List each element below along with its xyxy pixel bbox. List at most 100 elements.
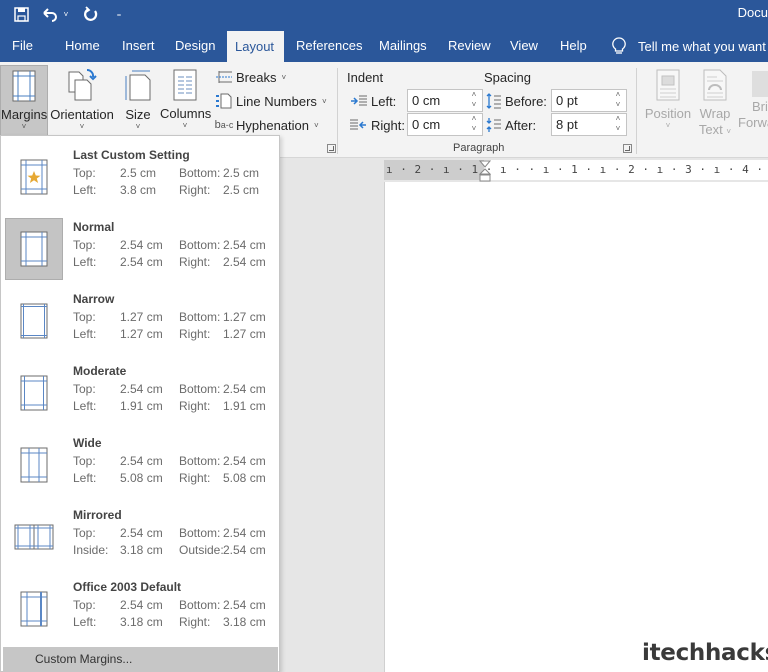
spacing-after-value: 8 pt	[556, 117, 578, 132]
chevron-down-icon: ˅	[665, 121, 671, 130]
document-page[interactable]	[384, 182, 768, 672]
breaks-icon	[214, 70, 234, 84]
spin-arrows-icon[interactable]: ˄ ˅	[613, 114, 623, 134]
right-label: Right:	[179, 327, 211, 341]
tab-mailings[interactable]: Mailings	[371, 30, 435, 62]
tab-home[interactable]: Home	[57, 30, 108, 62]
bring-forward-button[interactable]: BriForwa	[738, 65, 768, 137]
spacing-before-input[interactable]: 0 pt ˄ ˅	[551, 89, 627, 112]
right-value: 5.08 cm	[223, 471, 266, 485]
spin-arrows-icon[interactable]: ˄ ˅	[469, 114, 479, 134]
top-label: Top:	[73, 454, 96, 468]
line-numbers-button[interactable]: Line Numbers ˅	[214, 90, 327, 112]
margins-option-last-custom[interactable]: Last Custom Setting Top: 2.5 cm Bottom: 2.5…	[3, 140, 278, 212]
tab-insert[interactable]: Insert	[114, 30, 163, 62]
tab-file[interactable]: File	[4, 30, 41, 62]
margins-option-moderate[interactable]: Moderate Top: 2.54 cm Bottom: 2.54 cm Left:…	[3, 356, 278, 428]
tab-review[interactable]: Review	[440, 30, 499, 62]
wrap-text-button[interactable]: Wrap Text ˅	[696, 65, 734, 137]
margins-option-name: Wide	[73, 436, 102, 450]
undo-dropdown-icon[interactable]: ˅	[61, 3, 71, 25]
margins-option-name: Normal	[73, 220, 115, 234]
indent-left-label-row: Left:	[350, 89, 396, 113]
indent-left-value: 0 cm	[412, 93, 441, 108]
margins-option-normal[interactable]: Normal Top: 2.54 cm Bottom: 2.54 cm Left: 2.…	[3, 212, 278, 284]
group-separator	[337, 68, 338, 154]
tab-help[interactable]: Help	[552, 30, 595, 62]
chevron-down-icon: ˅	[726, 127, 732, 136]
top-value: 2.54 cm	[120, 526, 163, 540]
bottom-value: 2.5 cm	[223, 166, 260, 180]
bottom-label: Bottom:	[179, 166, 221, 180]
customize-qat-icon[interactable]: ₌	[113, 3, 125, 25]
spin-arrows-icon[interactable]: ˄ ˅	[469, 90, 479, 110]
right-label: Right:	[179, 615, 211, 629]
breaks-button[interactable]: Breaks ˅	[214, 66, 286, 88]
right-value: 2.5 cm	[223, 183, 260, 197]
orientation-label: Orientation	[50, 107, 114, 122]
undo-icon[interactable]	[40, 3, 60, 25]
right-label: Right:	[179, 255, 211, 269]
margins-option-office-2003[interactable]: Office 2003 Default Top: 2.54 cm Bottom: 2.…	[3, 572, 278, 644]
right-value: 1.27 cm	[223, 327, 266, 341]
indent-left-icon	[350, 95, 367, 107]
size-button[interactable]: Size ˅	[120, 65, 156, 137]
spin-arrows-icon[interactable]: ˄ ˅	[613, 90, 623, 110]
margins-option-mirrored[interactable]: Mirrored Top: 2.54 cm Bottom: 2.54 cm Insid…	[3, 500, 278, 572]
inside-label: Inside:	[73, 543, 109, 557]
tab-references[interactable]: References	[288, 30, 370, 62]
position-label: Position	[644, 106, 692, 121]
tell-me-search[interactable]: Tell me what you want	[612, 30, 766, 62]
indent-left-input[interactable]: 0 cm ˄ ˅	[407, 89, 483, 112]
top-label: Top:	[73, 166, 96, 180]
spacing-before-icon	[486, 93, 502, 109]
right-label: Right:	[179, 183, 211, 197]
paragraph-dialog-launcher[interactable]	[623, 144, 632, 153]
bottom-label: Bottom:	[179, 454, 221, 468]
left-value: 3.18 cm	[120, 615, 163, 629]
custom-margins-button[interactable]: Custom Margins...	[3, 647, 278, 671]
left-label: Left:	[73, 327, 97, 341]
tab-view[interactable]: View	[502, 30, 546, 62]
hyphenation-button[interactable]: b a-c Hyphenation ˅	[214, 114, 319, 136]
spacing-before-label-row: Before:	[486, 89, 547, 113]
size-label: Size	[125, 107, 151, 122]
margins-button[interactable]: Margins ˅	[0, 65, 48, 137]
wrap-text-label-line1: Wrap	[699, 106, 731, 121]
margins-icon	[12, 70, 36, 102]
margins-option-wide[interactable]: Wide Top: 2.54 cm Bottom: 2.54 cm Left: 5.08…	[3, 428, 278, 500]
redo-icon[interactable]	[81, 3, 101, 25]
margins-option-name: Mirrored	[73, 508, 122, 522]
save-icon[interactable]	[12, 3, 30, 25]
orientation-icon	[68, 68, 97, 101]
page-setup-dialog-launcher[interactable]	[327, 144, 336, 153]
right-label: Right:	[179, 399, 211, 413]
title-bar: ˅ ₌ Docu	[0, 0, 768, 30]
bring-forward-label-line1: Bri	[752, 99, 768, 114]
margins-option-narrow[interactable]: Narrow Top: 1.27 cm Bottom: 1.27 cm Left: 1.…	[3, 284, 278, 356]
left-label: Left:	[73, 399, 97, 413]
spacing-after-icon	[486, 117, 502, 133]
ribbon-tab-bar: File Home Insert Design Layout Reference…	[0, 30, 768, 62]
indent-marker-icon[interactable]	[479, 160, 491, 182]
columns-button[interactable]: Columns ˅	[160, 65, 211, 137]
bottom-value: 2.54 cm	[223, 598, 266, 612]
chevron-down-icon: ˅	[79, 122, 85, 131]
indent-right-input[interactable]: 0 cm ˄ ˅	[407, 113, 483, 136]
tab-layout[interactable]: Layout	[227, 31, 284, 62]
left-value: 5.08 cm	[120, 471, 163, 485]
bottom-value: 2.54 cm	[223, 454, 266, 468]
hyphenation-icon: b a-c	[214, 119, 234, 131]
chevron-down-icon: ˅	[281, 72, 287, 82]
position-button[interactable]: Position ˅	[644, 65, 692, 137]
orientation-button[interactable]: Orientation ˅	[49, 65, 115, 137]
wrap-text-label: Wrap Text ˅	[696, 106, 734, 140]
tab-design[interactable]: Design	[167, 30, 223, 62]
inside-value: 3.18 cm	[120, 543, 163, 557]
margins-option-name: Office 2003 Default	[73, 580, 182, 594]
margins-option-name: Narrow	[73, 292, 115, 306]
bottom-label: Bottom:	[179, 310, 221, 324]
horizontal-ruler[interactable]: ı · 2 · ı · 1 · ı · · ı · 1 · ı · 2 · ı …	[384, 160, 768, 182]
indent-heading: Indent	[347, 70, 384, 85]
spacing-after-input[interactable]: 8 pt ˄ ˅	[551, 113, 627, 136]
